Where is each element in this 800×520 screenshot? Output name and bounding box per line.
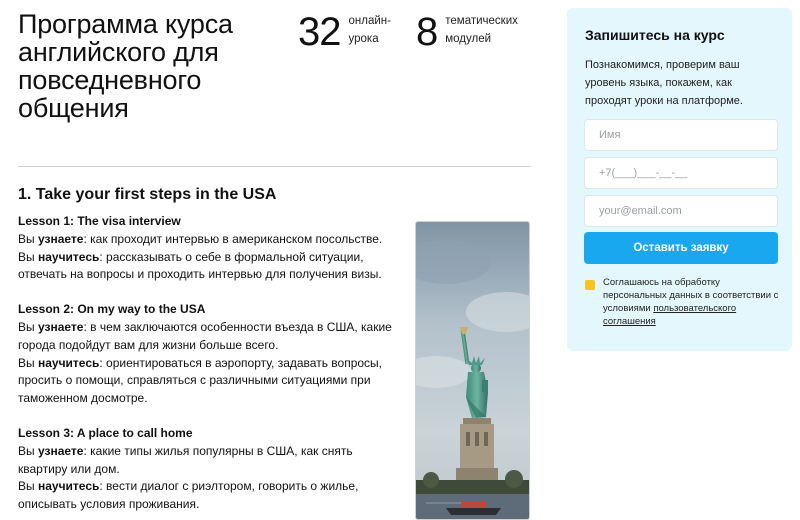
signup-form-card: Запишитесь на курс Познакомимся, провери… — [567, 8, 792, 351]
lesson-list: Lesson 1: The visa interview Вы узнаете:… — [18, 213, 403, 520]
name-field[interactable] — [584, 119, 778, 151]
statue-of-liberty-photo — [415, 221, 530, 520]
stat-modules-number: 8 — [416, 10, 438, 54]
form-title: Запишитесь на курс — [585, 27, 725, 43]
lesson-learn: Вы узнаете: как проходит интервью в амер… — [18, 231, 383, 246]
you-prefix: Вы — [18, 231, 35, 246]
stat-lessons-label: онлайн- урока — [348, 15, 391, 45]
divider — [18, 166, 531, 167]
lesson-skill: Вы научитесь: вести диалог с риэлтором, … — [18, 479, 359, 512]
lesson-title: Lesson 1: The visa interview — [18, 214, 181, 228]
stat-modules-label: тематических модулей — [445, 15, 518, 45]
lesson-item: Lesson 3: A place to call home Вы узнает… — [18, 425, 403, 514]
learn-text: как проходит интервью в американском пос… — [90, 231, 383, 246]
learn-keyword: узнаете — [37, 319, 84, 334]
page-title: Программа курса английского для повседне… — [18, 9, 233, 123]
email-field[interactable] — [584, 195, 778, 227]
lesson-learn: Вы узнаете: в чем заключаются особенност… — [18, 319, 392, 352]
stat-modules: 8 тематических модулей — [416, 12, 518, 52]
lesson-skill: Вы научитесь: рассказывать о себе в форм… — [18, 249, 382, 282]
consent-row: Соглашаюсь на обработку персональных дан… — [585, 276, 781, 328]
lesson-title: Lesson 3: A place to call home — [18, 425, 193, 440]
form-description: Познакомимся, проверим ваш уровень языка… — [585, 59, 743, 107]
learn-keyword: узнаете — [37, 443, 84, 458]
module-title: 1. Take your first steps in the USA — [18, 186, 277, 203]
you-prefix: Вы — [18, 249, 35, 264]
lesson-title: Lesson 2: On my way to the USA — [18, 302, 206, 317]
stat-lessons: 32 онлайн- урока — [298, 12, 391, 52]
lesson-skill: Вы научитесь: ориентироваться в аэропорт… — [18, 355, 383, 406]
lesson-item: Lesson 2: On my way to the USA Вы узнает… — [18, 301, 403, 408]
consent-text: Соглашаюсь на обработку персональных дан… — [603, 276, 781, 328]
consent-checkbox[interactable] — [585, 280, 595, 290]
phone-field[interactable] — [584, 157, 778, 189]
skill-keyword: научитесь — [37, 479, 100, 494]
statue-of-liberty-image — [416, 222, 529, 519]
lesson-learn: Вы узнаете: какие типы жилья популярны в… — [18, 443, 353, 476]
learn-keyword: узнаете — [37, 231, 84, 246]
skill-keyword: научитесь — [37, 355, 100, 370]
you-prefix: Вы — [18, 319, 35, 334]
you-prefix: Вы — [18, 443, 35, 458]
submit-button[interactable]: Оставить заявку — [584, 232, 778, 264]
you-prefix: Вы — [18, 479, 35, 494]
skill-keyword: научитесь — [37, 249, 100, 264]
stat-lessons-number: 32 — [298, 10, 341, 54]
you-prefix: Вы — [18, 355, 35, 370]
lesson-item: Lesson 1: The visa interview Вы узнаете:… — [18, 213, 403, 284]
